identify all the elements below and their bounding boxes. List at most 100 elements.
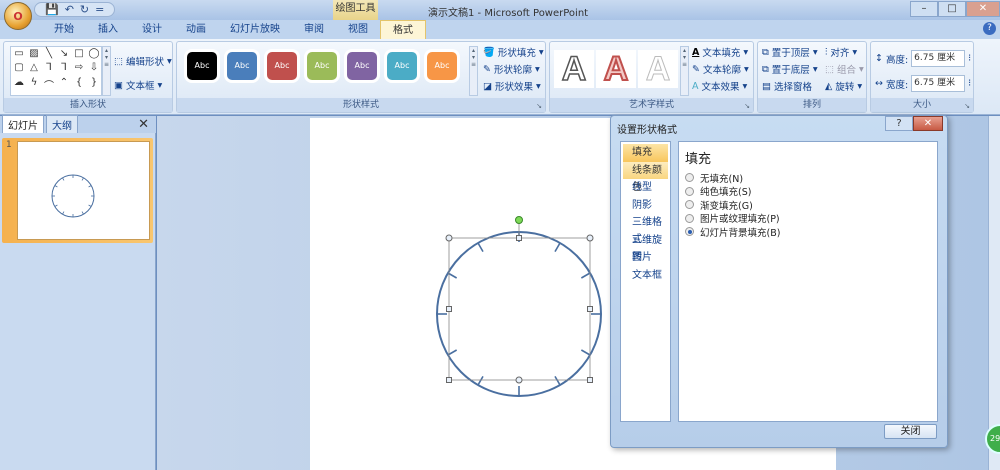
rotate-button[interactable]: ◭ 旋转 ▾ — [825, 79, 862, 94]
text-outline-button[interactable]: ✎ 文本轮廓 ▾ — [692, 62, 749, 77]
text-box-button[interactable]: ▣ 文本框 ▾ — [114, 78, 162, 93]
radio-button[interactable] — [685, 213, 694, 223]
customize-qat-icon[interactable]: = — [95, 3, 104, 16]
wordart-style-3[interactable]: A — [638, 50, 678, 89]
shape-option[interactable]: ↘ — [57, 48, 71, 61]
nav-item[interactable]: 三维旋转 — [623, 232, 668, 263]
vertical-scrollbar[interactable] — [988, 116, 1000, 470]
edit-shape-button[interactable]: ⬚ 编辑形状 ▾ — [114, 54, 172, 69]
gallery-scroll[interactable]: ▴ ▾ ≡ — [102, 46, 111, 96]
slide-thumbnail[interactable] — [17, 141, 150, 240]
restore-button[interactable]: □ — [938, 1, 966, 17]
nav-item[interactable]: 三维格式 — [623, 214, 668, 245]
tab-0[interactable]: 开始 — [42, 20, 86, 39]
tab-2[interactable]: 设计 — [130, 20, 174, 39]
tab-7[interactable]: 格式 — [380, 20, 426, 39]
nav-item[interactable]: 线条颜色 — [623, 161, 668, 193]
bring-to-front-button[interactable]: ⧉ 置于顶层 ▾ — [762, 45, 818, 60]
save-icon[interactable]: 💾 — [45, 3, 59, 16]
shape-option[interactable]: ☁ — [12, 77, 26, 94]
shape-option[interactable]: ◯ — [87, 48, 101, 61]
resize-handle[interactable] — [446, 306, 452, 312]
resize-handle[interactable] — [445, 234, 453, 242]
shape-option[interactable]: ⅂ — [57, 62, 71, 75]
slide-thumbnail-selected[interactable]: 1 — [2, 138, 153, 243]
gallery-scroll[interactable]: ▴ ▾ ≡ — [680, 46, 689, 96]
fill-option[interactable]: 渐变填充(G) — [685, 198, 931, 212]
undo-icon[interactable]: ↶ — [65, 3, 74, 16]
resize-handle[interactable] — [515, 376, 523, 384]
radio-button[interactable] — [685, 173, 694, 183]
shape-option[interactable]: ⌒ — [42, 77, 56, 94]
group-button[interactable]: ⬚ 组合 ▾ — [825, 62, 864, 77]
help-icon[interactable]: ? — [983, 22, 996, 35]
fill-option[interactable]: 图片或纹理填充(P) — [685, 212, 931, 225]
resize-handle[interactable] — [586, 234, 594, 242]
shape-option[interactable]: □ — [72, 48, 86, 61]
shape-style-swatch[interactable]: Abc — [427, 52, 457, 80]
close-button[interactable]: ✕ — [966, 1, 1000, 17]
height-input[interactable]: 6.75 厘米 — [911, 50, 966, 67]
dialog-close-button[interactable]: 关闭 — [884, 424, 937, 439]
shape-option[interactable]: ⇨ — [72, 62, 86, 75]
shape-option[interactable]: ▨ — [27, 48, 41, 61]
shape-option[interactable]: ⌃ — [57, 77, 71, 94]
dialog-close-icon[interactable]: ✕ — [913, 116, 943, 131]
shape-fill-button[interactable]: 🪣 形状填充 ▾ — [483, 45, 544, 60]
fill-option[interactable]: 无填充(N) — [685, 171, 931, 185]
fill-option[interactable]: 幻灯片背景填充(B) — [685, 225, 931, 239]
tab-3[interactable]: 动画 — [174, 20, 218, 39]
shape-option[interactable]: ⇩ — [87, 62, 101, 75]
nav-item[interactable]: 线型 — [623, 179, 668, 197]
dialog-launcher-icon[interactable]: ↘ — [536, 102, 542, 110]
height-spinner[interactable]: ⁝ — [968, 53, 971, 64]
shape-style-swatch[interactable]: Abc — [307, 52, 337, 80]
shape-option[interactable]: △ — [27, 62, 41, 75]
nav-item[interactable]: 填充 — [623, 144, 668, 162]
shape-option[interactable]: ▭ — [12, 48, 26, 61]
shape-option[interactable]: } — [87, 77, 101, 94]
redo-icon[interactable]: ↻ — [80, 3, 89, 16]
tab-4[interactable]: 幻灯片放映 — [218, 20, 292, 39]
shape-style-swatch[interactable]: Abc — [267, 52, 297, 80]
width-spinner[interactable]: ⁝ — [968, 78, 971, 89]
minimize-button[interactable]: – — [910, 1, 938, 17]
shape-option[interactable]: ϟ — [27, 77, 41, 94]
wordart-style-1[interactable]: A — [554, 49, 594, 89]
tab-5[interactable]: 审阅 — [292, 20, 336, 39]
resize-handle[interactable] — [446, 377, 452, 383]
rotation-handle[interactable] — [515, 216, 523, 224]
gallery-scroll[interactable]: ▴ ▾ ≡ — [469, 46, 478, 96]
shape-option[interactable]: ⅂ — [42, 62, 56, 75]
text-fill-button[interactable]: A 文本填充 ▾ — [692, 45, 748, 60]
shape-outline-button[interactable]: ✎ 形状轮廓 ▾ — [483, 62, 540, 77]
shape-option[interactable]: { — [72, 77, 86, 94]
send-to-back-button[interactable]: ⧉ 置于底层 ▾ — [762, 62, 818, 77]
shape-style-swatch[interactable]: Abc — [347, 52, 377, 80]
resize-handle[interactable] — [587, 377, 593, 383]
resize-handle[interactable] — [516, 235, 522, 241]
fill-option[interactable]: 纯色填充(S) — [685, 185, 931, 198]
wordart-style-2[interactable]: A — [596, 49, 636, 89]
tab-outline[interactable]: 大纲 — [46, 115, 78, 133]
radio-button[interactable] — [685, 186, 694, 196]
text-effects-button[interactable]: A 文本效果 ▾ — [692, 79, 747, 94]
nav-item[interactable]: 阴影 — [623, 197, 668, 215]
dialog-launcher-icon[interactable]: ↘ — [744, 102, 750, 110]
align-button[interactable]: ⫶ 对齐 ▾ — [825, 45, 857, 60]
shape-style-swatch[interactable]: Abc — [387, 52, 417, 80]
resize-handle[interactable] — [587, 306, 593, 312]
radio-button[interactable] — [685, 200, 694, 210]
shape-option[interactable]: ▢ — [12, 62, 26, 75]
tab-1[interactable]: 插入 — [86, 20, 130, 39]
shape-style-swatch[interactable]: Abc — [227, 52, 257, 80]
radio-button[interactable] — [685, 227, 694, 237]
width-input[interactable]: 6.75 厘米 — [911, 75, 966, 92]
nav-item[interactable]: 文本框 — [623, 267, 668, 285]
shapes-gallery[interactable]: ▭ ▨ ╲ ↘ □ ◯ ▢ △ ⅂ ⅂ ⇨ ⇩ ☁ ϟ ⌒ ⌃{} — [10, 46, 102, 96]
tab-6[interactable]: 视图 — [336, 20, 380, 39]
office-button[interactable]: O — [4, 2, 32, 30]
dialog-help-button[interactable]: ? — [885, 116, 913, 131]
dialog-launcher-icon[interactable]: ↘ — [964, 102, 970, 110]
tab-slides[interactable]: 幻灯片 — [2, 115, 44, 133]
